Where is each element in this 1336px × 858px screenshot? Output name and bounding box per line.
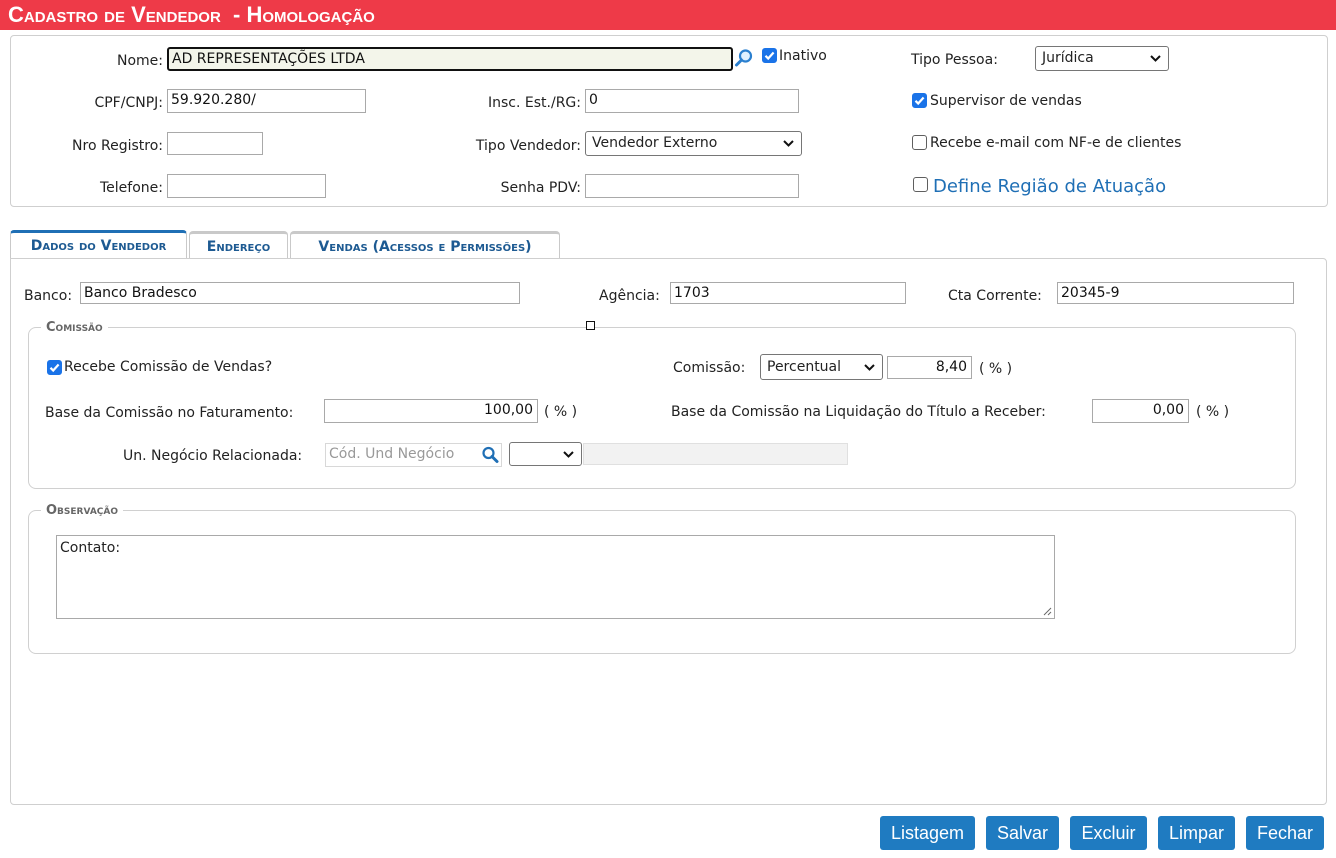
cpf-cnpj-label: CPF/CNPJ: bbox=[94, 95, 163, 111]
window-title: Cadastro de Vendedor - Homologação bbox=[0, 0, 1336, 30]
inativo-label: Inativo bbox=[779, 48, 827, 64]
comissao-tipo-select[interactable]: Percentual bbox=[760, 354, 883, 380]
un-negocio-placeholder: Cód. Und Negócio bbox=[329, 446, 455, 462]
un-negocio-select[interactable] bbox=[509, 442, 582, 466]
senha-pdv-label: Senha PDV: bbox=[500, 180, 581, 196]
comissao-legend: Comissão bbox=[41, 319, 108, 337]
recebe-email-label: Recebe e-mail com NF-e de clientes bbox=[930, 135, 1182, 151]
limpar-button[interactable]: Limpar bbox=[1158, 816, 1235, 850]
supervisor-label: Supervisor de vendas bbox=[930, 93, 1082, 109]
tab-endereco[interactable]: Endereço bbox=[189, 231, 288, 259]
recebe-comissao-checkbox[interactable] bbox=[47, 360, 62, 375]
tab-vendas-acessos[interactable]: Vendas (Acessos e Permissões) bbox=[290, 231, 560, 259]
agencia-input[interactable]: 1703 bbox=[670, 282, 906, 304]
chevron-down-icon bbox=[1150, 55, 1161, 62]
comissao-label: Comissão: bbox=[673, 360, 746, 376]
un-negocio-label: Un. Negócio Relacionada: bbox=[123, 448, 303, 464]
comissao-pct-unit: ( % ) bbox=[979, 361, 1013, 377]
recebe-comissao-label: Recebe Comissão de Vendas? bbox=[64, 359, 273, 375]
nro-registro-label: Nro Registro: bbox=[72, 138, 163, 154]
agencia-label: Agência: bbox=[599, 288, 660, 304]
observacao-textarea[interactable]: Contato: bbox=[56, 535, 1055, 619]
resize-grip-icon[interactable] bbox=[1042, 606, 1052, 616]
base-liquidacao-label: Base da Comissão na Liquidação do Título… bbox=[671, 404, 1046, 420]
recebe-email-checkbox[interactable] bbox=[912, 135, 927, 150]
resize-handle[interactable] bbox=[586, 321, 595, 330]
define-regiao-link[interactable]: Define Região de Atuação bbox=[933, 176, 1166, 198]
tipo-vendedor-value: Vendedor Externo bbox=[592, 135, 718, 151]
supervisor-checkbox[interactable] bbox=[912, 93, 927, 108]
chevron-down-icon bbox=[563, 451, 574, 458]
base-faturamento-label: Base da Comissão no Faturamento: bbox=[45, 405, 294, 421]
nome-input[interactable]: AD REPRESENTAÇÕES LTDA bbox=[167, 47, 733, 71]
listagem-button[interactable]: Listagem bbox=[880, 816, 975, 850]
tab-dados-vendedor[interactable]: Dados do Vendedor bbox=[10, 230, 187, 259]
banco-label: Banco: bbox=[24, 288, 73, 304]
telefone-input[interactable] bbox=[167, 174, 326, 198]
un-negocio-description bbox=[583, 443, 848, 465]
insc-est-input[interactable]: 0 bbox=[585, 89, 799, 113]
tipo-pessoa-select[interactable]: Jurídica bbox=[1035, 46, 1169, 71]
tipo-pessoa-label: Tipo Pessoa: bbox=[911, 52, 998, 68]
inativo-checkbox[interactable] bbox=[762, 48, 777, 63]
base-liquidacao-input[interactable]: 0,00 bbox=[1092, 399, 1189, 423]
tipo-vendedor-label: Tipo Vendedor: bbox=[475, 138, 581, 154]
un-negocio-input[interactable]: Cód. Und Negócio bbox=[325, 443, 502, 467]
comissao-valor-input[interactable]: 8,40 bbox=[887, 356, 972, 379]
cpf-cnpj-input[interactable]: 59.920.280/ bbox=[167, 89, 366, 113]
chevron-down-icon bbox=[864, 364, 875, 371]
senha-pdv-input[interactable] bbox=[585, 174, 799, 198]
nro-registro-input[interactable] bbox=[167, 132, 263, 155]
excluir-button[interactable]: Excluir bbox=[1070, 816, 1147, 850]
banco-input[interactable]: Banco Bradesco bbox=[80, 282, 520, 304]
observacao-legend: Observação bbox=[41, 502, 124, 520]
base-faturamento-input[interactable]: 100,00 bbox=[324, 399, 538, 423]
search-icon[interactable] bbox=[734, 48, 754, 68]
cta-corrente-input[interactable]: 20345-9 bbox=[1057, 282, 1294, 304]
regiao-checkbox[interactable] bbox=[913, 177, 928, 192]
cta-corrente-label: Cta Corrente: bbox=[948, 288, 1042, 304]
base-faturamento-unit: ( % ) bbox=[544, 404, 578, 420]
chevron-down-icon bbox=[783, 140, 794, 147]
fechar-button[interactable]: Fechar bbox=[1246, 816, 1324, 850]
telefone-label: Telefone: bbox=[100, 180, 163, 196]
nome-label: Nome: bbox=[116, 53, 163, 69]
search-icon[interactable] bbox=[481, 446, 499, 464]
tipo-vendedor-select[interactable]: Vendedor Externo bbox=[585, 131, 802, 156]
comissao-tipo-value: Percentual bbox=[767, 359, 842, 375]
insc-est-label: Insc. Est./RG: bbox=[488, 95, 581, 111]
base-liquidacao-unit: ( % ) bbox=[1196, 404, 1230, 420]
tipo-pessoa-value: Jurídica bbox=[1042, 50, 1094, 66]
observacao-text: Contato: bbox=[60, 540, 121, 556]
salvar-button[interactable]: Salvar bbox=[986, 816, 1059, 850]
